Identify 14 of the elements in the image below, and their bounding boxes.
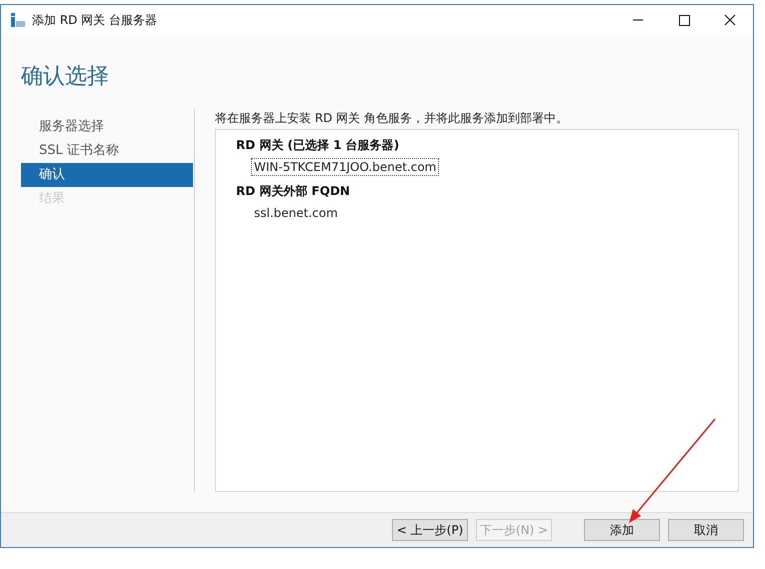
sidebar-item[interactable]: SSL 证书名称 bbox=[21, 139, 193, 163]
description-text: 将在服务器上安装 RD 网关 角色服务，并将此服务添加到部署中。 bbox=[215, 110, 570, 127]
summary-heading: RD 网关外部 FQDN bbox=[236, 183, 351, 200]
dialog-button[interactable]: 取消 bbox=[668, 519, 744, 541]
window-title: 添加 RD 网关 台服务器 bbox=[32, 12, 158, 28]
summary-value: WIN-5TKCEM71JOO.benet.com bbox=[251, 158, 440, 176]
summary-heading: RD 网关 (已选择 1 台服务器) bbox=[236, 137, 400, 154]
server-icon bbox=[10, 12, 26, 28]
dialog-button[interactable]: < 上一步(P) bbox=[392, 519, 468, 541]
sidebar-item[interactable]: 服务器选择 bbox=[21, 115, 193, 139]
page-title: 确认选择 bbox=[21, 63, 110, 91]
summary-value: ssl.benet.com bbox=[253, 205, 339, 222]
sidebar-item[interactable]: 确认 bbox=[21, 163, 193, 187]
dialog-button[interactable]: 添加 bbox=[584, 519, 660, 541]
